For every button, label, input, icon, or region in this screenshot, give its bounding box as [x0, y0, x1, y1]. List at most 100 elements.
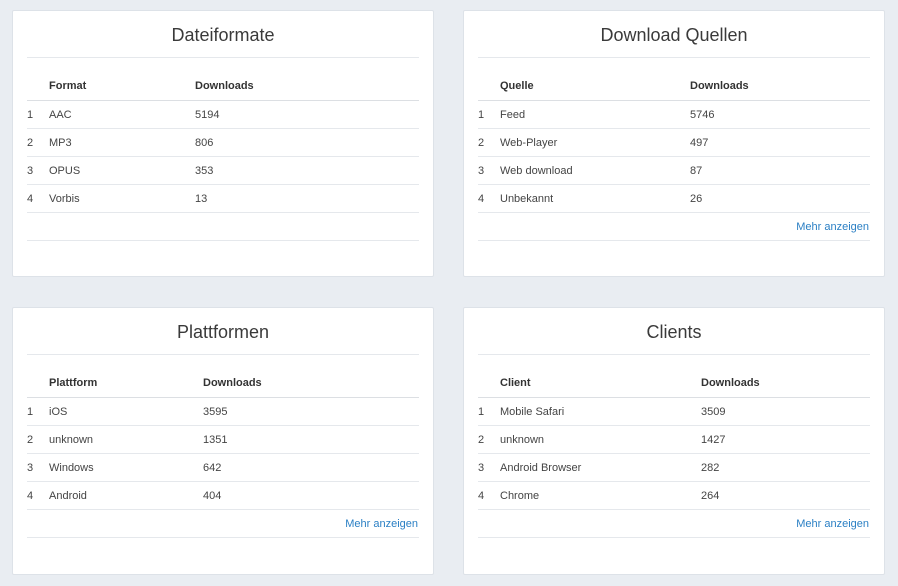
table-row: 2 Web-Player 497 — [478, 128, 870, 157]
row-format: Vorbis — [49, 184, 195, 213]
row-rank: 2 — [27, 425, 49, 454]
rank-column-header — [478, 72, 500, 101]
row-downloads: 264 — [701, 481, 870, 510]
row-rank: 4 — [478, 481, 500, 510]
table-row: 1 iOS 3595 — [27, 397, 419, 426]
downloads-column-header[interactable]: Downloads — [690, 72, 870, 101]
row-platform: iOS — [49, 397, 203, 426]
table-header-row: Quelle Downloads — [478, 72, 870, 101]
row-rank: 3 — [27, 156, 49, 185]
rank-column-header — [27, 72, 49, 101]
platforms-table: Plattform Downloads 1 iOS 3595 2 unknown… — [27, 369, 419, 510]
table-header-row: Format Downloads — [27, 72, 419, 101]
table-row: 1 Mobile Safari 3509 — [478, 397, 870, 426]
table-row: 1 AAC 5194 — [27, 100, 419, 129]
table-row: 2 MP3 806 — [27, 128, 419, 157]
card-title: Dateiformate — [27, 11, 419, 58]
client-column-header[interactable]: Client — [500, 369, 701, 398]
table-header-row: Plattform Downloads — [27, 369, 419, 398]
table-row: 4 Unbekannt 26 — [478, 184, 870, 213]
more-row — [27, 212, 419, 241]
row-downloads: 26 — [690, 184, 870, 213]
table-row: 4 Android 404 — [27, 481, 419, 510]
row-downloads: 3595 — [203, 397, 419, 426]
card-download-sources: Download Quellen Quelle Downloads 1 Feed… — [463, 10, 885, 277]
row-downloads: 5194 — [195, 100, 419, 129]
downloads-column-header[interactable]: Downloads — [203, 369, 419, 398]
card-platforms: Plattformen Plattform Downloads 1 iOS 35… — [12, 307, 434, 575]
table-row: 4 Vorbis 13 — [27, 184, 419, 213]
row-rank: 4 — [27, 481, 49, 510]
row-rank: 4 — [478, 184, 500, 213]
row-downloads: 642 — [203, 453, 419, 482]
row-platform: Android — [49, 481, 203, 510]
file-formats-table: Format Downloads 1 AAC 5194 2 MP3 806 3 … — [27, 72, 419, 213]
row-source: Web download — [500, 156, 690, 185]
row-client: Mobile Safari — [500, 397, 701, 426]
table-row: 3 Web download 87 — [478, 156, 870, 185]
table-row: 4 Chrome 264 — [478, 481, 870, 510]
show-more-link[interactable]: Mehr anzeigen — [345, 518, 419, 530]
row-rank: 1 — [27, 100, 49, 129]
row-source: Web-Player — [500, 128, 690, 157]
row-rank: 4 — [27, 184, 49, 213]
row-downloads: 806 — [195, 128, 419, 157]
clients-table: Client Downloads 1 Mobile Safari 3509 2 … — [478, 369, 870, 510]
row-downloads: 87 — [690, 156, 870, 185]
row-client: Chrome — [500, 481, 701, 510]
downloads-column-header[interactable]: Downloads — [701, 369, 870, 398]
row-rank: 1 — [478, 397, 500, 426]
row-client: unknown — [500, 425, 701, 454]
table-row: 2 unknown 1351 — [27, 425, 419, 454]
row-format: MP3 — [49, 128, 195, 157]
row-format: AAC — [49, 100, 195, 129]
row-rank: 2 — [478, 425, 500, 454]
card-clients: Clients Client Downloads 1 Mobile Safari… — [463, 307, 885, 575]
row-downloads: 1351 — [203, 425, 419, 454]
row-downloads: 3509 — [701, 397, 870, 426]
row-source: Feed — [500, 100, 690, 129]
table-row: 3 Windows 642 — [27, 453, 419, 482]
row-platform: unknown — [49, 425, 203, 454]
downloads-column-header[interactable]: Downloads — [195, 72, 419, 101]
row-rank: 2 — [27, 128, 49, 157]
table-row: 3 Android Browser 282 — [478, 453, 870, 482]
more-row: Mehr anzeigen — [478, 509, 870, 538]
row-source: Unbekannt — [500, 184, 690, 213]
row-client: Android Browser — [500, 453, 701, 482]
table-row: 3 OPUS 353 — [27, 156, 419, 185]
source-column-header[interactable]: Quelle — [500, 72, 690, 101]
row-rank: 1 — [27, 397, 49, 426]
platform-column-header[interactable]: Plattform — [49, 369, 203, 398]
row-downloads: 404 — [203, 481, 419, 510]
rank-column-header — [27, 369, 49, 398]
show-more-link[interactable]: Mehr anzeigen — [796, 221, 870, 233]
row-format: OPUS — [49, 156, 195, 185]
row-downloads: 497 — [690, 128, 870, 157]
row-rank: 3 — [27, 453, 49, 482]
table-row: 1 Feed 5746 — [478, 100, 870, 129]
row-rank: 2 — [478, 128, 500, 157]
row-platform: Windows — [49, 453, 203, 482]
row-downloads: 353 — [195, 156, 419, 185]
format-column-header[interactable]: Format — [49, 72, 195, 101]
row-rank: 3 — [478, 156, 500, 185]
more-row: Mehr anzeigen — [478, 212, 870, 241]
download-sources-table: Quelle Downloads 1 Feed 5746 2 Web-Playe… — [478, 72, 870, 213]
card-title: Download Quellen — [478, 11, 870, 58]
row-downloads: 5746 — [690, 100, 870, 129]
more-row: Mehr anzeigen — [27, 509, 419, 538]
table-header-row: Client Downloads — [478, 369, 870, 398]
card-title: Plattformen — [27, 308, 419, 355]
rank-column-header — [478, 369, 500, 398]
show-more-link[interactable] — [418, 221, 419, 233]
card-title: Clients — [478, 308, 870, 355]
card-file-formats: Dateiformate Format Downloads 1 AAC 5194… — [12, 10, 434, 277]
table-row: 2 unknown 1427 — [478, 425, 870, 454]
row-rank: 3 — [478, 453, 500, 482]
row-downloads: 1427 — [701, 425, 870, 454]
row-downloads: 13 — [195, 184, 419, 213]
row-downloads: 282 — [701, 453, 870, 482]
show-more-link[interactable]: Mehr anzeigen — [796, 518, 870, 530]
row-rank: 1 — [478, 100, 500, 129]
